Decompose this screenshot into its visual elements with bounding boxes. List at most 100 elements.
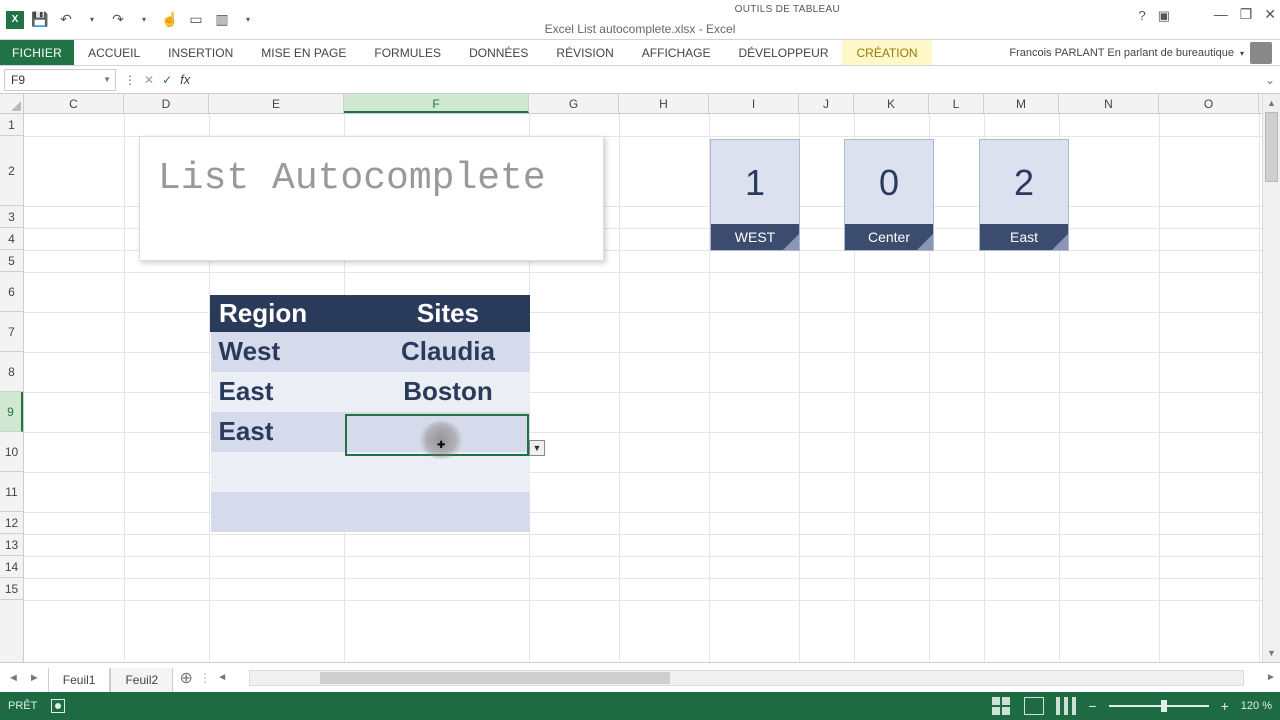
table-header-sites[interactable]: Sites: [366, 296, 529, 332]
row-header-10[interactable]: 10: [0, 432, 23, 472]
table-header-region[interactable]: Region: [211, 296, 367, 332]
cell-region[interactable]: [211, 452, 367, 492]
table-row[interactable]: [211, 452, 530, 492]
enter-icon[interactable]: ✓: [162, 73, 172, 87]
tab-donnees[interactable]: DONNÉES: [455, 40, 542, 65]
horizontal-scrollbar[interactable]: ⋮ ◄ ►: [199, 670, 1280, 686]
zoom-slider[interactable]: [1109, 705, 1209, 707]
row-header-11[interactable]: 11: [0, 472, 23, 512]
hscroll-left-icon[interactable]: ◄: [213, 672, 231, 683]
tab-creation[interactable]: CRÉATION: [842, 40, 931, 65]
cell-region[interactable]: East: [211, 412, 367, 452]
add-sheet-button[interactable]: ⊕: [173, 668, 199, 688]
cell-dropdown-button[interactable]: ▼: [529, 440, 545, 456]
ribbon-display-icon[interactable]: ▣: [1158, 8, 1170, 24]
row-header-7[interactable]: 7: [0, 312, 23, 352]
table-row[interactable]: East: [211, 412, 530, 452]
save-icon[interactable]: 💾: [30, 10, 50, 30]
scroll-down-icon[interactable]: ▼: [1263, 644, 1280, 662]
sheet-nav-prev-icon[interactable]: ◄: [8, 672, 19, 684]
row-header-15[interactable]: 15: [0, 578, 23, 600]
tab-mise-en-page[interactable]: MISE EN PAGE: [247, 40, 360, 65]
tab-developpeur[interactable]: DÉVELOPPEUR: [724, 40, 842, 65]
column-header-M[interactable]: M: [984, 94, 1059, 113]
user-name[interactable]: Francois PARLANT En parlant de bureautiq…: [1009, 47, 1234, 59]
close-icon[interactable]: ✕: [1264, 6, 1276, 23]
row-header-9[interactable]: 9: [0, 392, 23, 432]
tab-accueil[interactable]: ACCUEIL: [74, 40, 154, 65]
column-header-D[interactable]: D: [124, 94, 209, 113]
column-header-N[interactable]: N: [1059, 94, 1159, 113]
dash-card-center[interactable]: 0 Center: [844, 139, 934, 251]
row-header-13[interactable]: 13: [0, 534, 23, 556]
scroll-thumb[interactable]: [1265, 112, 1278, 182]
cancel-icon[interactable]: ✕: [144, 73, 154, 87]
minimize-icon[interactable]: —: [1214, 6, 1228, 23]
column-header-L[interactable]: L: [929, 94, 984, 113]
avatar[interactable]: [1250, 42, 1272, 64]
hscroll-right-icon[interactable]: ►: [1262, 672, 1280, 683]
macro-record-icon[interactable]: [51, 699, 65, 713]
maximize-icon[interactable]: ❐: [1240, 6, 1253, 23]
hscroll-grip-icon[interactable]: ⋮: [199, 671, 213, 685]
fx-icon[interactable]: fx: [180, 72, 196, 87]
row-header-3[interactable]: 3: [0, 206, 23, 228]
column-header-K[interactable]: K: [854, 94, 929, 113]
qat-extra1-icon[interactable]: ▭: [186, 10, 206, 30]
cell-region[interactable]: [211, 492, 367, 532]
tab-affichage[interactable]: AFFICHAGE: [628, 40, 725, 65]
undo-dropdown-icon[interactable]: ▾: [82, 10, 102, 30]
formula-expand-icon[interactable]: ⌄: [1260, 73, 1280, 87]
formula-input[interactable]: [204, 69, 1260, 91]
dash-card-west[interactable]: 1 WEST: [710, 139, 800, 251]
row-header-2[interactable]: 2: [0, 136, 23, 206]
file-tab[interactable]: FICHIER: [0, 40, 74, 65]
row-header-12[interactable]: 12: [0, 512, 23, 534]
row-header-8[interactable]: 8: [0, 352, 23, 392]
cell-region[interactable]: West: [211, 332, 367, 372]
view-page-break-icon[interactable]: [1056, 697, 1076, 715]
cell-site[interactable]: [366, 492, 529, 532]
table-row[interactable]: EastBoston: [211, 372, 530, 412]
sheet-tab-2[interactable]: Feuil2: [110, 668, 173, 693]
redo-icon[interactable]: ↷: [108, 10, 128, 30]
zoom-in-icon[interactable]: +: [1221, 698, 1229, 714]
column-header-C[interactable]: C: [24, 94, 124, 113]
row-header-1[interactable]: 1: [0, 114, 23, 136]
touch-mode-icon[interactable]: ☝: [160, 10, 180, 30]
view-page-layout-icon[interactable]: [1024, 697, 1044, 715]
row-header-6[interactable]: 6: [0, 272, 23, 312]
cell-site[interactable]: Claudia: [366, 332, 529, 372]
zoom-level[interactable]: 120 %: [1241, 700, 1272, 712]
tab-formules[interactable]: FORMULES: [360, 40, 455, 65]
row-header-14[interactable]: 14: [0, 556, 23, 578]
name-box[interactable]: F9 ▼: [4, 69, 116, 91]
column-header-J[interactable]: J: [799, 94, 854, 113]
user-dropdown-icon[interactable]: ▾: [1240, 49, 1244, 58]
undo-icon[interactable]: ↶: [56, 10, 76, 30]
row-header-4[interactable]: 4: [0, 228, 23, 250]
column-header-O[interactable]: O: [1159, 94, 1259, 113]
column-header-G[interactable]: G: [529, 94, 619, 113]
row-header-5[interactable]: 5: [0, 250, 23, 272]
name-box-dropdown-icon[interactable]: ▼: [103, 75, 111, 84]
help-icon[interactable]: ?: [1138, 8, 1145, 24]
zoom-out-icon[interactable]: −: [1088, 698, 1096, 714]
table-row[interactable]: WestClaudia: [211, 332, 530, 372]
column-header-I[interactable]: I: [709, 94, 799, 113]
column-header-F[interactable]: F: [344, 94, 529, 113]
redo-dropdown-icon[interactable]: ▾: [134, 10, 154, 30]
sheet-nav-next-icon[interactable]: ►: [29, 672, 40, 684]
column-header-E[interactable]: E: [209, 94, 344, 113]
vertical-scrollbar[interactable]: ▲ ▼: [1262, 94, 1280, 662]
region-sites-table[interactable]: Region Sites WestClaudiaEastBostonEast: [210, 295, 530, 532]
tab-insertion[interactable]: INSERTION: [154, 40, 247, 65]
column-header-H[interactable]: H: [619, 94, 709, 113]
cell-site[interactable]: Boston: [366, 372, 529, 412]
select-all-button[interactable]: [0, 94, 24, 114]
tab-revision[interactable]: RÉVISION: [542, 40, 627, 65]
view-normal-icon[interactable]: [992, 697, 1012, 715]
table-row[interactable]: [211, 492, 530, 532]
qat-customize-icon[interactable]: ▾: [238, 10, 258, 30]
hscroll-thumb[interactable]: [320, 672, 670, 684]
